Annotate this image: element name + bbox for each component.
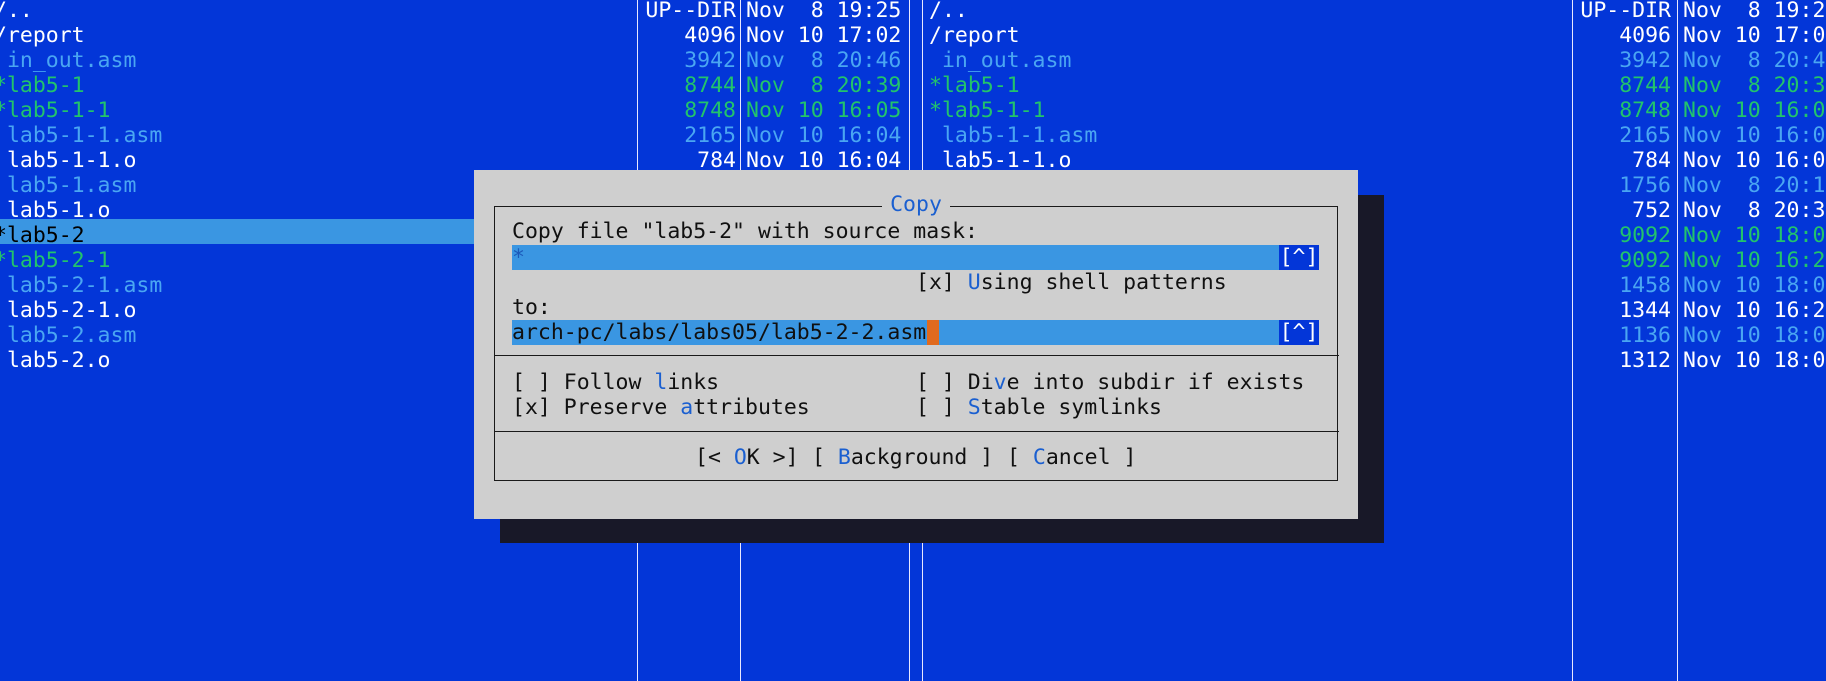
source-mask-value: *	[512, 245, 525, 270]
dialog-separator	[494, 431, 1339, 432]
file-modified-date: Nov 10 17:02	[1683, 23, 1826, 48]
file-size: 784	[1632, 148, 1671, 173]
button-bracket: [<	[695, 445, 734, 470]
shell-patterns-hotkey: U	[967, 270, 981, 295]
file-row[interactable]: lab5-1-1.asm 2165 Nov 10 16:04	[0, 123, 1826, 148]
file-size: 2165	[1619, 123, 1671, 148]
file-size: 1312	[1619, 348, 1671, 373]
file-modified-date: Nov 10 16:21	[1683, 248, 1826, 273]
checkbox-label: Follow	[563, 370, 655, 395]
file-modified-date: Nov 10 16:04	[1683, 148, 1826, 173]
cancel-button[interactable]: [ Cancel ]	[1007, 445, 1136, 470]
file-size: 1458	[1619, 273, 1671, 298]
source-mask-history-button[interactable]: [^]	[1279, 245, 1319, 270]
follow-links-checkbox[interactable]: [ ] Follow links	[512, 370, 719, 395]
copy-dialog: Copy Copy file "lab5-2" with source mask…	[474, 170, 1358, 519]
file-name: /..	[929, 0, 968, 23]
file-modified-date: Nov 8 20:39	[1683, 73, 1826, 98]
checkbox-box: [x]	[512, 395, 564, 420]
button-label: ancel ]	[1045, 445, 1137, 470]
button-hotkey: C	[1032, 445, 1046, 470]
file-size: 3942	[1619, 48, 1671, 73]
checkbox-label: e into subdir if exists	[1006, 370, 1305, 395]
checkbox-label: table symlinks	[980, 395, 1162, 420]
file-size: 1136	[1619, 323, 1671, 348]
file-name: *lab5-1	[929, 73, 1020, 98]
checkbox-label: ttributes	[693, 395, 810, 420]
button-bracket: [	[1007, 445, 1033, 470]
button-label: ackground ]	[850, 445, 994, 470]
using-shell-patterns-checkbox[interactable]: [x] Using shell patterns	[916, 270, 1227, 295]
text-cursor	[927, 320, 939, 345]
destination-history-button[interactable]: [^]	[1279, 320, 1319, 345]
checkbox-hotkey: l	[654, 370, 668, 395]
midnight-commander-screen: /.. UP--DIR Nov 8 19:25/report 4096 Nov 10 1…	[0, 0, 1826, 681]
dialog-separator	[494, 355, 1339, 356]
file-modified-date: Nov 8 20:39	[1683, 198, 1826, 223]
file-modified-date: Nov 10 18:02	[1683, 323, 1826, 348]
source-mask-label: Copy file "lab5-2" with source mask:	[512, 219, 978, 244]
stable-symlinks-checkbox[interactable]: [ ] Stable symlinks	[916, 395, 1162, 420]
file-modified-date: Nov 8 20:46	[1683, 48, 1826, 73]
file-name: lab5-1-1.asm	[929, 123, 1098, 148]
destination-value: arch-pc/labs/labs05/lab5-2-2.asm	[512, 320, 927, 345]
destination-label: to:	[512, 295, 551, 320]
file-size: 9092	[1619, 223, 1671, 248]
file-modified-date: Nov 8 20:16	[1683, 173, 1826, 198]
shell-patterns-box: [x]	[916, 270, 968, 295]
file-row[interactable]: /report 4096 Nov 10 17:02	[0, 23, 1826, 48]
checkbox-label: Di	[967, 370, 994, 395]
dialog-title: Copy	[882, 192, 950, 217]
checkbox-box: [ ]	[916, 395, 968, 420]
source-mask-input[interactable]	[512, 245, 1291, 270]
file-modified-date: Nov 8 19:25	[1683, 0, 1826, 23]
file-modified-date: Nov 10 16:04	[1683, 123, 1826, 148]
file-size: 8744	[1619, 73, 1671, 98]
checkbox-label: inks	[667, 370, 720, 395]
file-row[interactable]: in_out.asm 3942 Nov 8 20:46	[0, 48, 1826, 73]
file-size: 9092	[1619, 248, 1671, 273]
file-size: 1756	[1619, 173, 1671, 198]
checkbox-hotkey: v	[993, 370, 1007, 395]
file-size: 1344	[1619, 298, 1671, 323]
file-size: 752	[1632, 198, 1671, 223]
file-size: 8748	[1619, 98, 1671, 123]
ok-button[interactable]: [< OK >]	[695, 445, 799, 470]
file-modified-date: Nov 10 18:02	[1683, 273, 1826, 298]
checkbox-box: [ ]	[512, 370, 564, 395]
button-hotkey: B	[837, 445, 851, 470]
file-name: in_out.asm	[929, 48, 1072, 73]
file-name: /report	[929, 23, 1020, 48]
checkbox-hotkey: a	[680, 395, 694, 420]
file-modified-date: Nov 10 18:02	[1683, 348, 1826, 373]
updir-row[interactable]: /.. UP--DIR Nov 8 19:25	[0, 0, 1826, 23]
background-button[interactable]: [ Background ]	[812, 445, 993, 470]
file-modified-date: Nov 10 16:21	[1683, 298, 1826, 323]
file-row[interactable]: *lab5-1-1 8748 Nov 10 16:05	[0, 98, 1826, 123]
file-modified-date: Nov 10 16:05	[1683, 98, 1826, 123]
button-bracket: [	[812, 445, 838, 470]
file-size: UP--DIR	[1580, 0, 1671, 23]
checkbox-box: [ ]	[916, 370, 968, 395]
shell-patterns-label: sing shell patterns	[980, 270, 1227, 295]
file-modified-date: Nov 10 18:02	[1683, 223, 1826, 248]
checkbox-hotkey: S	[967, 395, 981, 420]
file-name: *lab5-1-1	[929, 98, 1046, 123]
button-label: K >]	[746, 445, 799, 470]
preserve-attributes-checkbox[interactable]: [x] Preserve attributes	[512, 395, 810, 420]
dive-into-subdir-checkbox[interactable]: [ ] Dive into subdir if exists	[916, 370, 1304, 395]
dialog-title-bar: Copy	[474, 192, 1358, 218]
button-hotkey: O	[733, 445, 747, 470]
file-size: 4096	[1619, 23, 1671, 48]
file-row[interactable]: *lab5-1 8744 Nov 8 20:39	[0, 73, 1826, 98]
checkbox-label: Preserve	[563, 395, 681, 420]
